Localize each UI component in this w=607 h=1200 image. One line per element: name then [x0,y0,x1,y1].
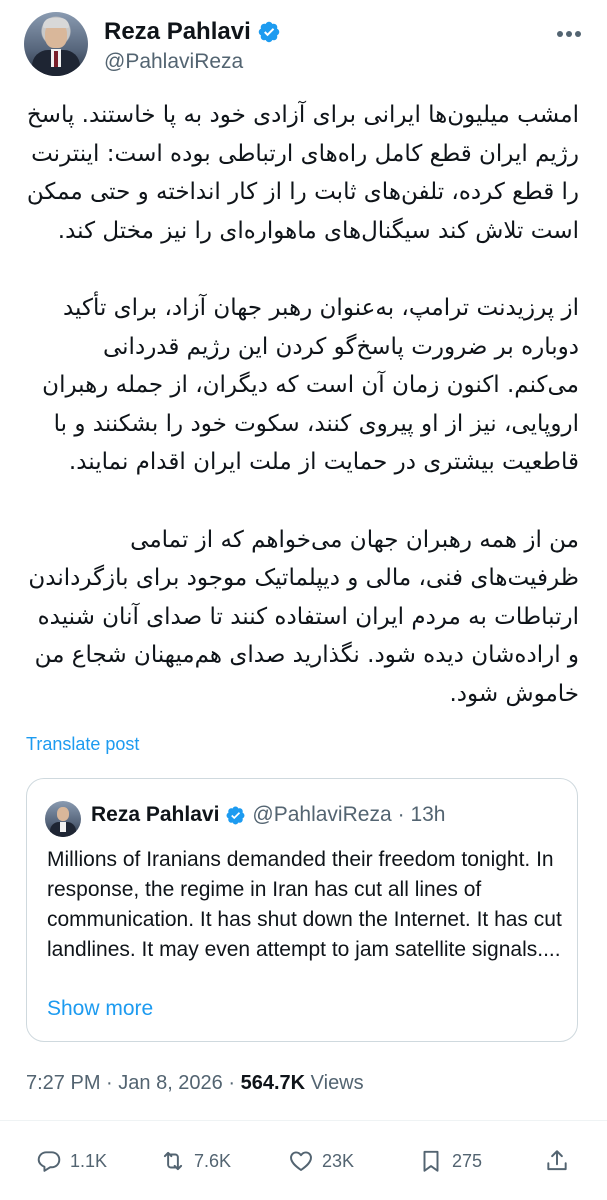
views-label: Views [310,1072,364,1094]
quoted-author-avatar [45,801,81,837]
tweet-paragraph-3: من از همه رهبران جهان می‌خواهم که از تما… [28,526,579,707]
tweet-paragraph-1: امشب میلیون‌ها ایرانی برای آزادی خود به … [26,102,579,244]
divider [0,1120,607,1121]
author-display-name[interactable]: Reza Pahlavi [104,18,251,46]
bookmark-icon [423,1150,439,1172]
quoted-avatar-face [57,807,69,821]
quoted-avatar-shirt [60,822,66,832]
more-options-icon[interactable] [554,22,584,46]
translate-post-link[interactable]: Translate post [26,734,139,755]
quoted-verified-badge-icon [226,806,245,824]
tweet-time[interactable]: 7:27 PM [26,1072,100,1094]
views-count: 564.7K [240,1072,306,1094]
like-count: 23K [322,1150,355,1171]
show-more-link[interactable]: Show more [47,997,153,1021]
bookmark-count: 275 [452,1150,483,1171]
quoted-handle: @PahlaviReza [252,803,392,826]
tweet-text: امشب میلیون‌ها ایرانی برای آزادی خود به … [24,96,579,714]
tweet-date[interactable]: · Jan 8, 2026 · [106,1072,235,1094]
avatar-tie [54,51,58,67]
tweet-paragraph-2: از پرزیدنت ترامپ، به‌عنوان رهبر جهان آزا… [42,294,579,476]
repost-button[interactable]: 7.6K [160,1148,231,1174]
repost-icon [163,1151,183,1171]
quoted-tweet-card[interactable]: Reza Pahlavi @PahlaviReza · 13h Millions… [26,778,578,1042]
verified-badge-icon[interactable] [257,20,281,44]
tweet-header: Reza Pahlavi @PahlaviReza [24,12,584,78]
tweet-meta: 7:27 PM · Jan 8, 2026 · 564.7K Views [26,1072,364,1095]
reply-icon [37,1151,61,1172]
quoted-text: Millions of Iranians demanded their free… [47,848,562,961]
reply-count: 1.1K [70,1150,108,1171]
heart-icon [290,1151,312,1171]
action-bar: 1.1K 7.6K 23K 275 [0,1148,607,1182]
repost-count: 7.6K [194,1150,232,1171]
bookmark-button[interactable]: 275 [418,1148,482,1174]
quoted-header: Reza Pahlavi @PahlaviReza · 13h [91,803,446,827]
author-avatar[interactable] [24,12,88,76]
like-button[interactable]: 23K [288,1148,354,1174]
author-name-row: Reza Pahlavi [104,18,281,46]
share-icon [547,1150,567,1171]
quoted-age: · 13h [397,803,446,826]
avatar-hair [43,18,69,28]
author-handle[interactable]: @PahlaviReza [104,50,243,74]
quoted-display-name: Reza Pahlavi [91,803,220,826]
share-button[interactable] [544,1148,570,1174]
reply-button[interactable]: 1.1K [36,1148,107,1174]
